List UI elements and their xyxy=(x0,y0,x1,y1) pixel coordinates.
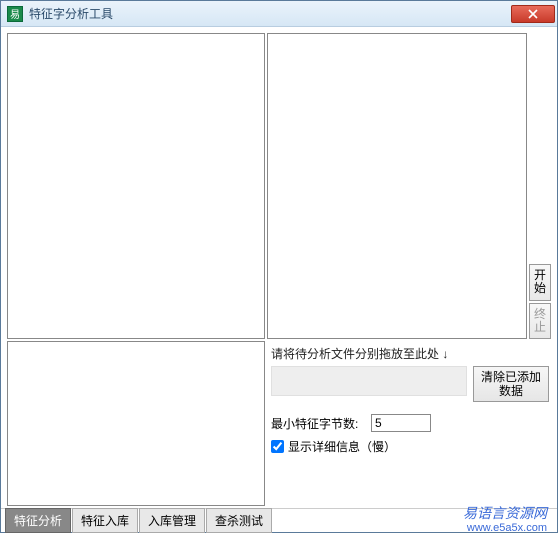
start-button[interactable]: 开 始 xyxy=(529,264,551,300)
source-list-pane[interactable] xyxy=(7,33,265,339)
verbose-label: 显示详细信息（慢） xyxy=(288,438,396,455)
app-window: 特征字分析工具 开 始 终 止 请将待分析文件分别拖放至此处 ↓ 清除已添加 数… xyxy=(0,0,558,533)
tab-store-manage[interactable]: 入库管理 xyxy=(139,508,205,533)
app-icon xyxy=(7,6,23,22)
side-buttons: 开 始 终 止 xyxy=(529,33,551,339)
brand-name: 易语言资源网 xyxy=(463,507,547,522)
log-pane[interactable] xyxy=(7,341,265,506)
verbose-checkbox[interactable] xyxy=(271,440,284,453)
close-icon xyxy=(528,9,538,19)
result-pane[interactable] xyxy=(267,33,527,339)
drop-hint: 请将待分析文件分别拖放至此处 ↓ xyxy=(271,345,549,362)
top-panes: 开 始 终 止 xyxy=(7,33,551,339)
min-bytes-input[interactable] xyxy=(371,414,431,432)
bottom-area: 请将待分析文件分别拖放至此处 ↓ 清除已添加 数据 最小特征字节数: 显示详细信… xyxy=(7,341,551,506)
tab-bar: 特征分析 特征入库 入库管理 查杀测试 易语言资源网 www.e5a5x.com xyxy=(1,508,557,532)
close-button[interactable] xyxy=(511,5,555,23)
tab-feature-analysis[interactable]: 特征分析 xyxy=(5,508,71,533)
stop-button[interactable]: 终 止 xyxy=(529,303,551,339)
file-drop-zone[interactable] xyxy=(271,366,467,396)
brand-url: www.e5a5x.com xyxy=(463,522,547,534)
tab-scan-test[interactable]: 查杀测试 xyxy=(206,508,272,533)
controls-area: 请将待分析文件分别拖放至此处 ↓ 清除已添加 数据 最小特征字节数: 显示详细信… xyxy=(269,341,551,506)
window-title: 特征字分析工具 xyxy=(29,5,511,22)
clear-data-button[interactable]: 清除已添加 数据 xyxy=(473,366,549,402)
drop-row: 清除已添加 数据 xyxy=(271,366,549,402)
brand-footer: 易语言资源网 www.e5a5x.com xyxy=(463,507,553,534)
client-area: 开 始 终 止 请将待分析文件分别拖放至此处 ↓ 清除已添加 数据 最小特征字节… xyxy=(1,27,557,508)
tab-feature-store[interactable]: 特征入库 xyxy=(72,508,138,533)
verbose-row[interactable]: 显示详细信息（慢） xyxy=(271,438,549,455)
titlebar: 特征字分析工具 xyxy=(1,1,557,27)
min-bytes-row: 最小特征字节数: xyxy=(271,414,549,432)
min-bytes-label: 最小特征字节数: xyxy=(271,415,371,432)
